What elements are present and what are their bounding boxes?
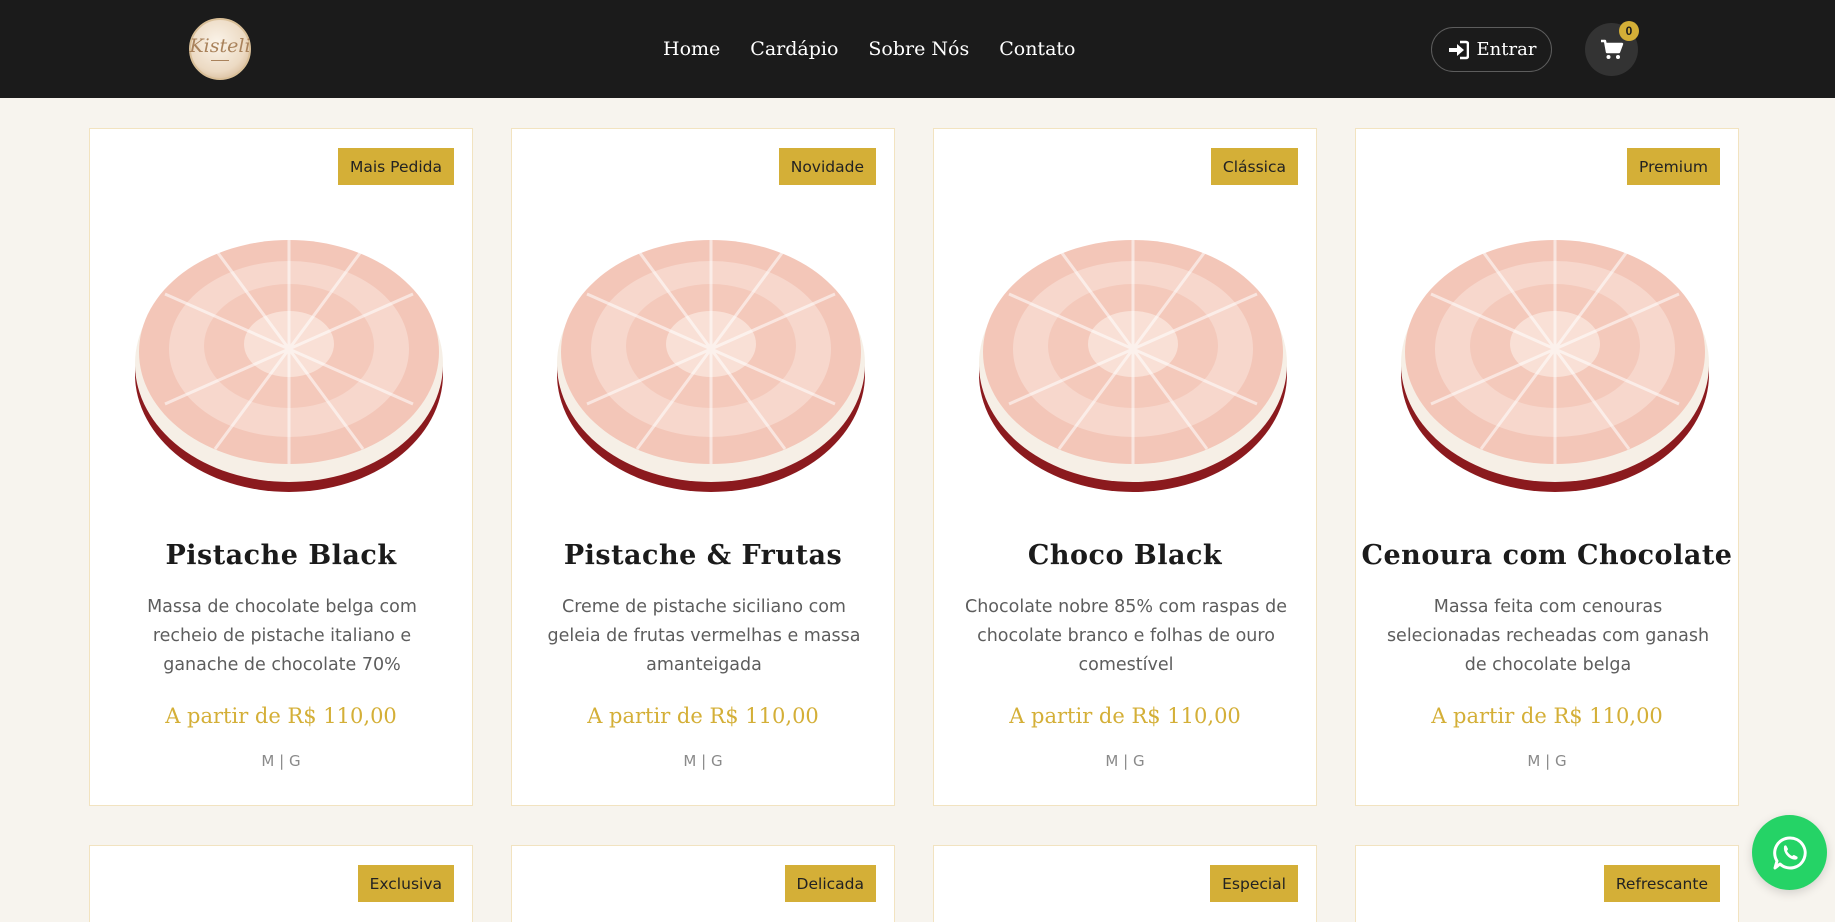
product-card[interactable]: Clássica Choco Black Chocolate nobre 85%… <box>933 128 1317 806</box>
red-velvet-cake-image <box>135 234 443 492</box>
nav-link-home[interactable]: Home <box>663 38 720 60</box>
product-sizes: M | G <box>1527 752 1567 770</box>
product-price: A partir de R$ 110,00 <box>587 704 819 728</box>
product-card[interactable]: Especial <box>933 845 1317 922</box>
logo-text: Kisteli <box>189 35 251 57</box>
product-badge: Delicada <box>784 865 876 902</box>
login-button[interactable]: Entrar <box>1431 27 1552 72</box>
whatsapp-button[interactable] <box>1752 815 1827 890</box>
product-card[interactable]: Exclusiva <box>89 845 473 922</box>
product-sizes: M | G <box>261 752 301 770</box>
product-badge: Especial <box>1210 865 1298 902</box>
product-title: Pistache & Frutas <box>563 540 843 571</box>
product-title: Choco Black <box>1027 540 1223 571</box>
top-navbar: Kisteli Home Cardápio Sobre Nós Contato … <box>0 0 1835 98</box>
red-velvet-cake-image <box>1401 234 1709 492</box>
product-title: Cenoura com Chocolate <box>1361 540 1733 571</box>
cart-count-badge: 0 <box>1619 21 1639 41</box>
product-price: A partir de R$ 110,00 <box>165 704 397 728</box>
product-price: A partir de R$ 110,00 <box>1431 704 1663 728</box>
product-badge: Novidade <box>778 148 876 185</box>
sign-in-icon <box>1448 40 1469 59</box>
product-description: Massa feita com cenouras selecionadas re… <box>1386 597 1710 675</box>
whatsapp-icon <box>1772 835 1807 869</box>
product-badge: Mais Pedida <box>338 148 454 185</box>
product-description: Chocolate nobre 85% com raspas de chocol… <box>965 597 1287 675</box>
product-sizes: M | G <box>1105 752 1145 770</box>
product-card[interactable]: Refrescante <box>1355 845 1739 922</box>
product-price: A partir de R$ 110,00 <box>1009 704 1241 728</box>
product-card[interactable]: Mais Pedida Pistache Black Massa de choc… <box>89 128 473 806</box>
shopping-cart-icon <box>1600 39 1623 59</box>
nav-link-contato[interactable]: Contato <box>999 38 1075 60</box>
product-sizes: M | G <box>683 752 723 770</box>
red-velvet-cake-image <box>557 234 865 492</box>
nav-link-sobre-nos[interactable]: Sobre Nós <box>868 38 969 60</box>
product-badge: Premium <box>1627 148 1720 185</box>
login-label: Entrar <box>1476 39 1537 60</box>
main-nav: Home Cardápio Sobre Nós Contato <box>663 38 1075 60</box>
product-badge: Exclusiva <box>357 865 454 902</box>
logo-underline <box>211 60 229 61</box>
product-card[interactable]: Novidade Pistache & Frutas Creme de pist… <box>511 128 895 806</box>
product-card[interactable]: Premium Cenoura com Chocolate Massa feit… <box>1355 128 1739 806</box>
nav-link-cardapio[interactable]: Cardápio <box>750 38 838 60</box>
product-card[interactable]: Delicada <box>511 845 895 922</box>
red-velvet-cake-image <box>979 234 1287 492</box>
product-title: Pistache Black <box>165 540 397 571</box>
product-description: Massa de chocolate belga com recheio de … <box>147 597 417 675</box>
product-badge: Clássica <box>1210 148 1298 185</box>
product-description: Creme de pistache siciliano com geleia d… <box>547 597 861 675</box>
product-badge: Refrescante <box>1603 865 1720 902</box>
brand-logo[interactable]: Kisteli <box>189 18 251 80</box>
